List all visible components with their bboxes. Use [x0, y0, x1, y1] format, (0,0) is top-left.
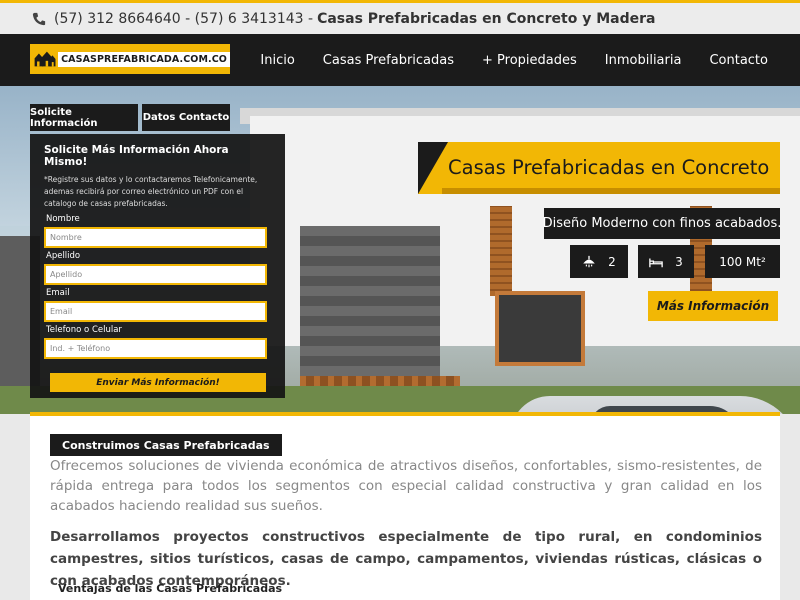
tab-solicite-informacion[interactable]: Solicite Información — [30, 104, 138, 131]
section-heading: Construimos Casas Prefabricadas — [50, 434, 282, 456]
info-request-form: Solicite Más Información Ahora Mismo! *R… — [30, 134, 285, 398]
main-navbar: CASASPREFABRICADA.COM.CO Inicio Casas Pr… — [0, 34, 800, 86]
form-title: Solicite Más Información Ahora Mismo! — [44, 144, 229, 168]
telefono-input[interactable]: Ind. + Teléfono — [44, 338, 267, 359]
nav-propiedades[interactable]: + Propiedades — [468, 53, 591, 68]
nav-casas-prefabricadas[interactable]: Casas Prefabricadas — [309, 53, 468, 68]
nav-inmobiliaria[interactable]: Inmobiliaria — [591, 53, 696, 68]
nombre-label: Nombre — [46, 214, 80, 224]
email-input[interactable]: Email — [44, 301, 267, 322]
banner-title: Casas Prefabricadas en Concreto — [448, 156, 770, 179]
intro-paragraph: Ofrecemos soluciones de vivienda económi… — [50, 458, 762, 514]
houses-logo-icon — [34, 51, 56, 67]
main-content: Construimos Casas Prefabricadas Ofrecemo… — [30, 416, 780, 600]
phone-icon — [32, 12, 46, 25]
baths-count: 2 — [608, 254, 616, 269]
main-menu: Inicio Casas Prefabricadas + Propiedades… — [246, 34, 782, 86]
apellido-input[interactable]: Apellido — [44, 264, 267, 285]
top-tagline: Casas Prefabricadas en Concreto y Madera — [317, 10, 656, 27]
site-logo[interactable]: CASASPREFABRICADA.COM.CO — [30, 44, 230, 74]
shower-icon — [583, 255, 595, 267]
beds-count: 3 — [675, 254, 683, 269]
phone-numbers: (57) 312 8664640 - (57) 6 3413143 - — [54, 10, 314, 27]
feature-baths: 2 — [570, 245, 628, 278]
banner-title-box: Casas Prefabricadas en Concreto — [418, 142, 780, 194]
email-label: Email — [46, 288, 70, 298]
apellido-label: Apellido — [46, 251, 81, 261]
tab-datos-contacto[interactable]: Datos Contacto — [142, 104, 230, 131]
bed-icon — [649, 258, 663, 267]
top-contact-bar: (57) 312 8664640 - (57) 6 3413143 - Casa… — [0, 0, 800, 34]
area-value: 100 Mt² — [719, 254, 766, 269]
logo-text: CASASPREFABRICADA.COM.CO — [58, 51, 230, 67]
nav-inicio[interactable]: Inicio — [246, 53, 308, 68]
banner-subtitle: Diseño Moderno con finos acabados. — [543, 208, 781, 239]
advantages-heading: Ventajas de las Casas Prefabricadas — [58, 582, 283, 595]
mas-informacion-button[interactable]: Más Información — [648, 291, 778, 321]
form-description: *Registre sus datos y lo contactaremos T… — [44, 175, 258, 208]
feature-area: 100 Mt² — [705, 245, 780, 278]
feature-beds: 3 — [638, 245, 694, 278]
nav-contacto[interactable]: Contacto — [695, 53, 782, 68]
telefono-label: Telefono o Celular — [46, 325, 122, 335]
nombre-input[interactable]: Nombre — [44, 227, 267, 248]
submit-button[interactable]: Enviar Más Información! — [50, 373, 266, 392]
